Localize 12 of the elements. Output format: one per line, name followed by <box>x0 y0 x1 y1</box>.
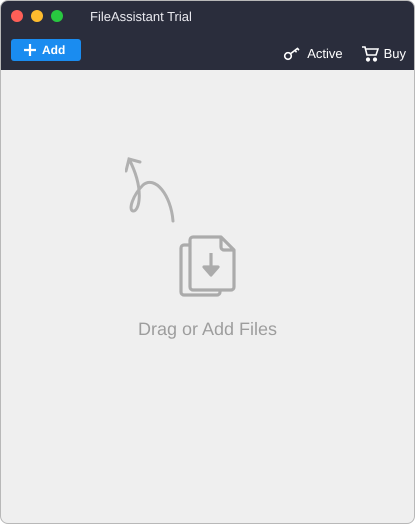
close-icon[interactable] <box>11 10 23 22</box>
activate-button[interactable]: Active <box>283 46 343 61</box>
maximize-icon[interactable] <box>51 10 63 22</box>
window-title: FileAssistant Trial <box>90 8 192 24</box>
curved-arrow-drawing <box>125 155 177 223</box>
minimize-icon[interactable] <box>31 10 43 22</box>
cart-icon <box>360 45 379 62</box>
key-icon <box>283 46 302 61</box>
plus-icon <box>24 44 36 56</box>
file-download-icon <box>178 235 236 297</box>
drop-hint-text: Drag or Add Files <box>138 319 278 340</box>
buy-button[interactable]: Buy <box>360 45 406 62</box>
